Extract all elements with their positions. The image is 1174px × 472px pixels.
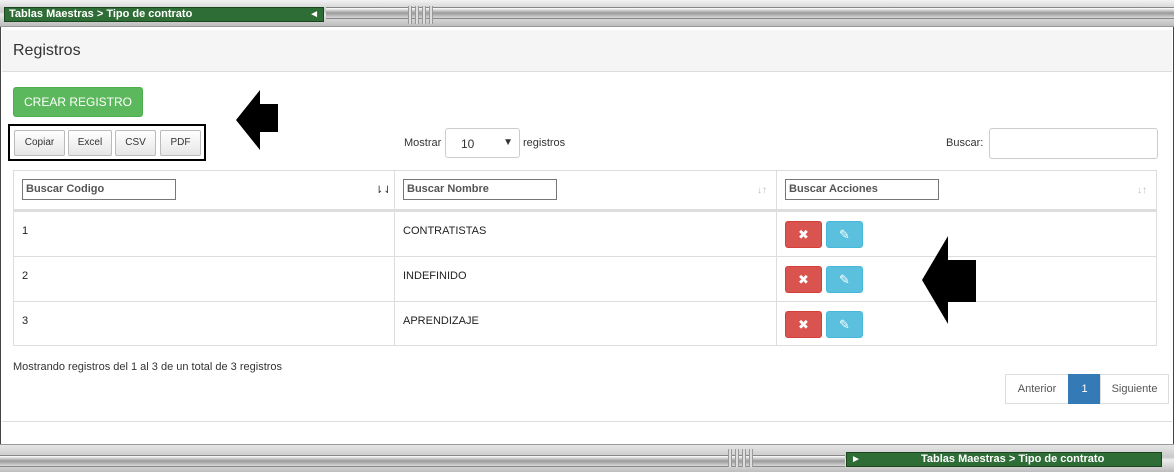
search-label: Buscar: — [946, 137, 984, 149]
delete-button[interactable]: ✖ — [785, 221, 822, 248]
sort-both-icon[interactable]: ↓↑ — [1137, 185, 1147, 196]
top-frame-bar: Tablas Maestras > Tipo de contrato ◄ — [0, 0, 1174, 27]
top-rail — [326, 7, 1174, 19]
length-label: Mostrar — [404, 137, 442, 149]
divider — [2, 421, 1172, 422]
annotation-arrow-left-tail — [258, 104, 278, 132]
sort-asc-icon[interactable]: ⇂⇃ — [375, 185, 392, 196]
filter-acciones-input[interactable]: Buscar Acciones — [785, 179, 939, 200]
annotation-arrow-left-icon — [922, 236, 948, 324]
filter-nombre-input[interactable]: Buscar Nombre — [403, 179, 557, 200]
edit-icon: ✎ — [839, 227, 850, 242]
panel-header: Registros — [2, 30, 1172, 72]
pdf-button[interactable]: PDF — [160, 130, 201, 156]
length-select[interactable]: 10 ▼ — [445, 128, 520, 158]
table-row: 1 CONTRATISTAS ✖ ✎ — [14, 211, 1156, 256]
table-row: 2 INDEFINIDO ✖ ✎ — [14, 256, 1156, 301]
export-buttons-group: Copiar Excel CSV PDF — [8, 124, 206, 161]
csv-button[interactable]: CSV — [115, 130, 156, 156]
bottom-frame-bar: ► Tablas Maestras > Tipo de contrato — [0, 444, 1174, 472]
collapse-left-icon[interactable]: ◄ — [309, 8, 319, 21]
delete-button[interactable]: ✖ — [785, 311, 822, 338]
length-select-value: 10 — [461, 137, 475, 151]
cell-nombre: APRENDIZAJE — [403, 315, 479, 327]
edit-icon: ✎ — [839, 272, 850, 287]
breadcrumb-top-label: Tablas Maestras > Tipo de contrato — [9, 8, 193, 20]
cell-codigo: 1 — [22, 225, 29, 237]
sort-both-icon[interactable]: ↓↑ — [757, 185, 767, 196]
length-suffix: registros — [523, 137, 566, 149]
cell-nombre: CONTRATISTAS — [403, 225, 487, 237]
expand-right-icon[interactable]: ► — [851, 453, 861, 466]
page-title: Registros — [13, 42, 81, 59]
table-row: 3 APRENDIZAJE ✖ ✎ — [14, 301, 1156, 346]
delete-icon: ✖ — [798, 227, 809, 242]
copy-button[interactable]: Copiar — [14, 130, 65, 156]
filter-codigo-input[interactable]: Buscar Codigo — [22, 179, 176, 200]
frame-resize-grip[interactable] — [728, 449, 768, 467]
breadcrumb-bottom-label: Tablas Maestras > Tipo de contrato — [921, 453, 1105, 465]
delete-icon: ✖ — [798, 272, 809, 287]
chevron-down-icon: ▼ — [503, 137, 513, 148]
frame-resize-grip[interactable] — [408, 6, 448, 24]
pagination-previous[interactable]: Anterior — [1005, 374, 1069, 404]
edit-button[interactable]: ✎ — [826, 266, 863, 293]
pagination-page-1[interactable]: 1 — [1068, 374, 1101, 404]
delete-button[interactable]: ✖ — [785, 266, 822, 293]
breadcrumb-top[interactable]: Tablas Maestras > Tipo de contrato ◄ — [4, 7, 324, 22]
table-info: Mostrando registros del 1 al 3 de un tot… — [13, 361, 283, 373]
breadcrumb-bottom[interactable]: ► Tablas Maestras > Tipo de contrato — [846, 452, 1162, 467]
bottom-rail — [0, 455, 845, 467]
edit-icon: ✎ — [839, 317, 850, 332]
annotation-arrow-left-tail — [946, 260, 976, 302]
edit-button[interactable]: ✎ — [826, 221, 863, 248]
excel-button[interactable]: Excel — [68, 130, 112, 156]
cell-codigo: 2 — [22, 270, 29, 282]
search-input[interactable] — [989, 128, 1158, 159]
create-record-button[interactable]: CREAR REGISTRO — [13, 87, 143, 117]
records-table: Buscar Codigo ⇂⇃ Buscar Nombre ↓↑ Buscar… — [13, 170, 1157, 346]
delete-icon: ✖ — [798, 317, 809, 332]
cell-codigo: 3 — [22, 315, 29, 327]
edit-button[interactable]: ✎ — [826, 311, 863, 338]
table-header: Buscar Codigo ⇂⇃ Buscar Nombre ↓↑ Buscar… — [14, 171, 1156, 211]
annotation-arrow-left-icon — [236, 90, 260, 150]
pagination-next[interactable]: Siguiente — [1100, 374, 1169, 404]
cell-nombre: INDEFINIDO — [403, 270, 467, 282]
